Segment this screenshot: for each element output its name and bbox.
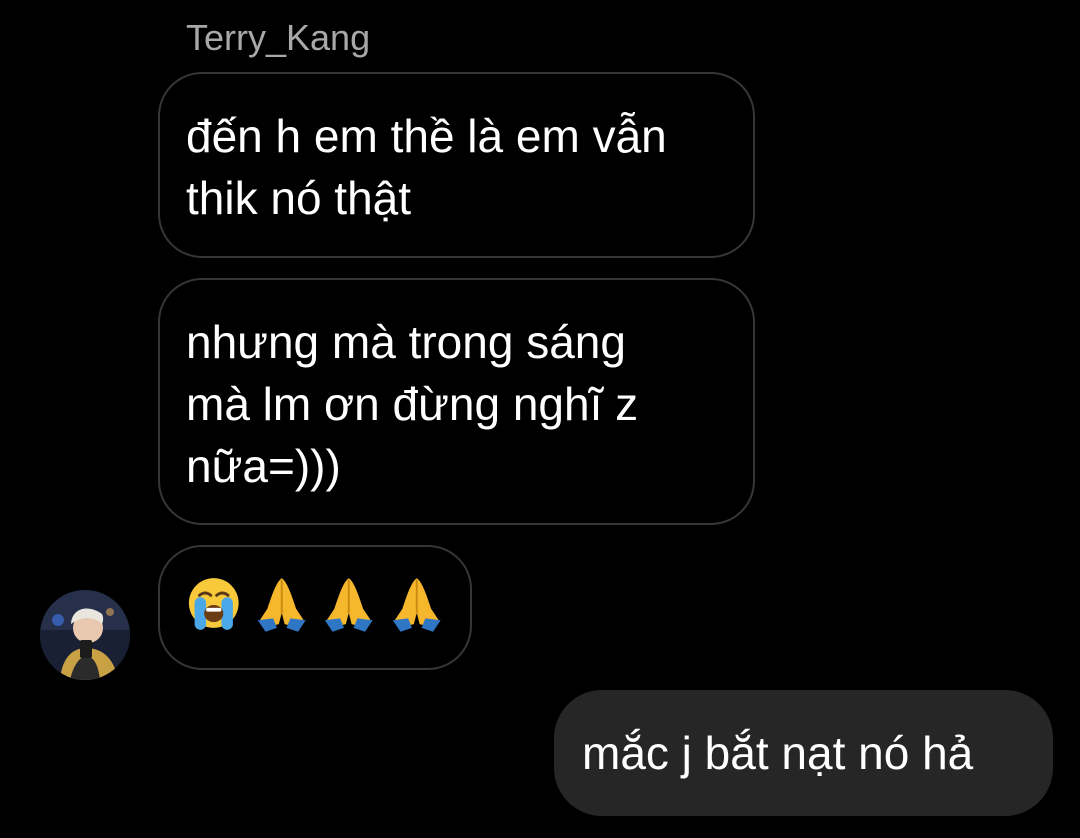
incoming-message-bubble[interactable]: đến h em thề là em vẫn thik nó thật: [158, 72, 755, 258]
folded-hands-icon: [324, 578, 373, 632]
loudly-crying-face-icon: [188, 578, 239, 630]
emoji-row: [186, 573, 444, 635]
message-text-line: đến h em thề là em vẫn: [186, 110, 667, 162]
message-text-line: nữa=))): [186, 440, 341, 492]
avatar-photo: [40, 590, 130, 680]
sender-name: Terry_Kang: [186, 17, 371, 58]
message-text-line: thik nó thật: [186, 172, 412, 224]
message-text-line: mà lm ơn đừng nghĩ z: [186, 378, 639, 430]
incoming-message-bubble[interactable]: nhưng mà trong sáng mà lm ơn đừng nghĩ z…: [158, 278, 755, 525]
message-text-line: nhưng mà trong sáng: [186, 316, 626, 368]
outgoing-message-bubble[interactable]: mắc j bắt nạt nó hả: [554, 690, 1053, 816]
folded-hands-icon: [257, 578, 306, 632]
folded-hands-icon: [392, 578, 441, 632]
avatar[interactable]: [40, 590, 130, 680]
incoming-emoji-message-bubble[interactable]: [158, 545, 472, 670]
